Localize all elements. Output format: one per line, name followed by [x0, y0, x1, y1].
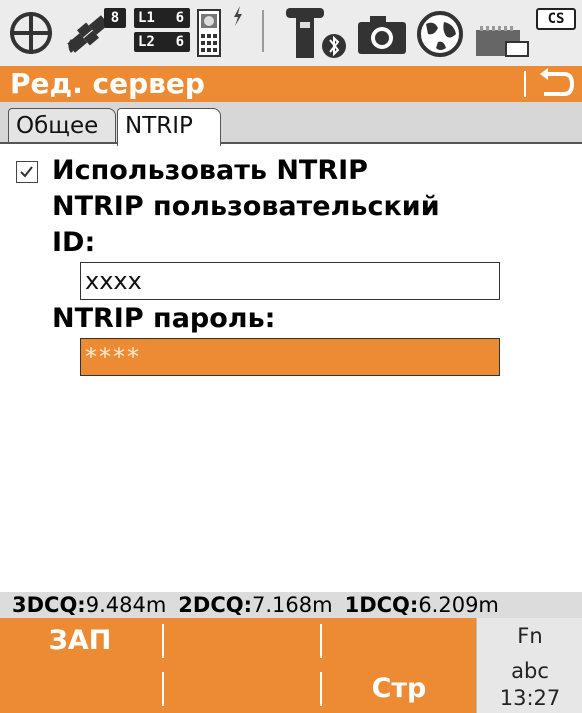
globe-icon[interactable]	[416, 10, 464, 58]
cq3d-key: 3DCQ:	[12, 593, 86, 617]
fn-key-label[interactable]: Fn	[477, 622, 582, 650]
fn-panel[interactable]: Fn abc 13:27	[476, 618, 582, 713]
cq3d-value: 9.484m	[85, 593, 167, 617]
satellite-count-badge: 8	[104, 8, 126, 28]
user-id-label-line1: NTRIP пользовательский	[52, 191, 440, 222]
softkey-divider	[320, 624, 322, 658]
data-logging-icon[interactable]	[196, 8, 222, 58]
antenna-bluetooth-icon[interactable]	[282, 6, 348, 60]
cq1d-key: 1DCQ:	[344, 593, 419, 617]
softkey-divider	[162, 672, 164, 706]
cq2d-key: 2DCQ:	[178, 593, 253, 617]
password-field[interactable]: ****	[80, 338, 500, 376]
use-ntrip-label: Использовать NTRIP	[52, 155, 368, 186]
status-separator	[262, 10, 264, 52]
softkey-f1-store[interactable]: ЗАП	[0, 618, 160, 664]
band-l1-indicator: L1 6	[134, 8, 190, 28]
coordinate-quality-bar: 3DCQ:9.484m 2DCQ:7.168m 1DCQ:6.209m	[0, 592, 582, 618]
page-title: Ред. сервер	[10, 67, 205, 100]
band-l2-indicator: L2 6	[134, 32, 190, 52]
softkey-f4[interactable]	[0, 666, 160, 712]
softkey-f2[interactable]	[164, 618, 318, 664]
band-l1-label: L1	[138, 10, 155, 26]
clock-time: 13:27	[499, 686, 561, 710]
lightning-icon	[234, 6, 242, 26]
user-id-label-line2: ID:	[52, 227, 96, 258]
tab-strip: Общее NTRIP	[0, 102, 582, 146]
tab-general[interactable]: Общее	[8, 108, 116, 144]
camera-icon[interactable]	[356, 14, 408, 56]
softkey-divider	[320, 672, 322, 706]
softkey-f6-page[interactable]: Стр	[322, 666, 476, 712]
use-ntrip-checkbox[interactable]	[16, 161, 38, 183]
back-arrow-icon[interactable]	[534, 68, 578, 100]
user-id-field[interactable]: xxxx	[80, 262, 500, 300]
softkey-divider	[162, 624, 164, 658]
sd-card-icon[interactable]	[474, 24, 530, 58]
cq2d-value: 7.168m	[252, 593, 333, 617]
status-bar: 8 L1 6 L2 6 CS	[0, 0, 582, 66]
softkey-f5[interactable]	[164, 666, 318, 712]
band-l2-label: L2	[138, 34, 155, 50]
tab-ntrip[interactable]: NTRIP	[117, 108, 221, 146]
cq1d-value: 6.209m	[418, 593, 499, 617]
ntrip-form: Использовать NTRIP NTRIP пользовательски…	[0, 144, 582, 592]
band-l2-count: 6	[175, 34, 184, 50]
title-bar: Ред. сервер	[0, 66, 582, 102]
title-separator	[524, 71, 526, 97]
password-label: NTRIP пароль:	[52, 303, 276, 334]
band-l1-count: 6	[175, 10, 184, 26]
cs-badge[interactable]: CS	[536, 8, 576, 30]
check-icon	[20, 166, 33, 178]
softkey-bar: ЗАП Стр	[0, 618, 476, 713]
position-crosshair-icon[interactable]	[8, 10, 54, 56]
softkey-f3[interactable]	[322, 618, 476, 664]
input-mode-label: abc	[511, 659, 549, 683]
